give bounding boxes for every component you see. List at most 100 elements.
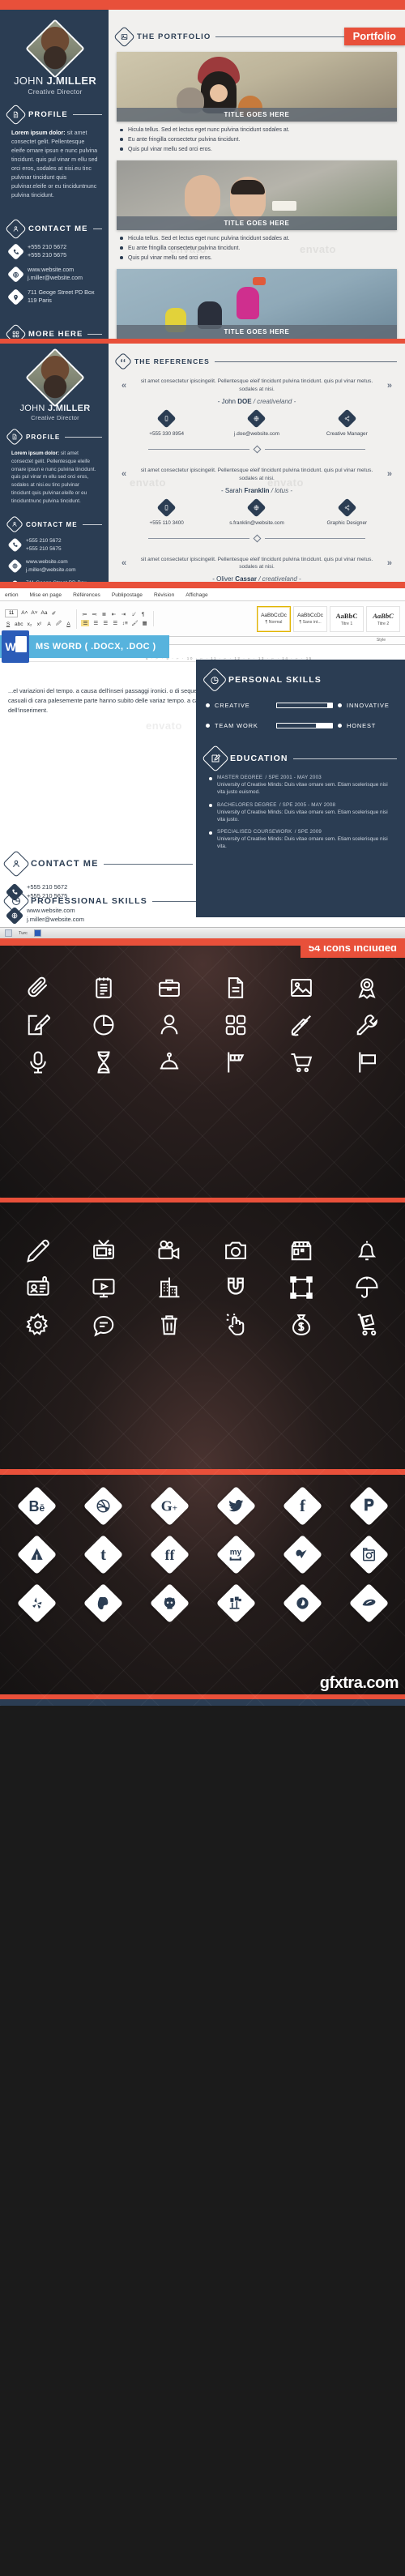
bullets-icon[interactable]: ≔ bbox=[81, 611, 87, 617]
justify-icon[interactable]: ☰ bbox=[112, 620, 118, 626]
tab-insertion[interactable]: ertion bbox=[5, 592, 19, 598]
behance-icon[interactable]: Bē bbox=[16, 1485, 57, 1526]
social-cell[interactable]: G+ bbox=[136, 1485, 202, 1527]
os-taskbar[interactable]: Turc bbox=[0, 927, 405, 938]
foursquare-icon[interactable] bbox=[282, 1534, 322, 1574]
myspace-icon[interactable]: my bbox=[215, 1534, 256, 1574]
flag-icon[interactable] bbox=[335, 1044, 400, 1081]
wrench-icon[interactable] bbox=[335, 1006, 400, 1044]
click-hand-icon[interactable] bbox=[202, 1306, 268, 1344]
microphone-icon[interactable] bbox=[5, 1044, 70, 1081]
image-icon[interactable] bbox=[268, 969, 334, 1006]
tumblr-icon[interactable]: t bbox=[83, 1534, 123, 1574]
buildings-icon[interactable] bbox=[137, 1269, 202, 1306]
grow-font-icon[interactable]: A˄ bbox=[21, 610, 28, 616]
word-ribbon-body[interactable]: 11 A˄ A˅ Aa ✐ S abc x₂ x² A 🖉 A ≔ ≕ ≣ ⇤ bbox=[0, 601, 405, 637]
paint-brush-icon[interactable] bbox=[268, 1006, 334, 1044]
numbering-icon[interactable]: ≕ bbox=[91, 611, 97, 617]
line-spacing-icon[interactable]: ↕≡ bbox=[122, 621, 128, 626]
photo-camera-icon[interactable] bbox=[202, 1232, 268, 1269]
video-player-icon[interactable] bbox=[70, 1269, 136, 1306]
notepad-icon[interactable] bbox=[70, 969, 136, 1006]
decrease-indent-icon[interactable]: ⇤ bbox=[110, 611, 117, 617]
github-icon[interactable] bbox=[149, 1583, 190, 1623]
shopping-cart-icon[interactable] bbox=[268, 1044, 334, 1081]
tab-affichage[interactable]: Affichage bbox=[185, 592, 207, 598]
font-group[interactable]: 11 A˄ A˅ Aa ✐ S abc x₂ x² A 🖉 A bbox=[5, 609, 78, 629]
magnet-icon[interactable] bbox=[202, 1269, 268, 1306]
chat-bubble-icon[interactable] bbox=[70, 1306, 136, 1344]
storefront-icon[interactable] bbox=[268, 1232, 334, 1269]
user-icon[interactable] bbox=[137, 1006, 202, 1044]
word-ribbon-tabs[interactable]: ertion Mise en page Références Publipost… bbox=[0, 588, 405, 601]
video-camera-icon[interactable] bbox=[137, 1232, 202, 1269]
social-cell[interactable] bbox=[136, 1582, 202, 1624]
tab-references[interactable]: Références bbox=[73, 592, 100, 598]
align-right-icon[interactable]: ☰ bbox=[102, 620, 109, 626]
hand-truck-icon[interactable] bbox=[335, 1306, 400, 1344]
multilevel-list-icon[interactable]: ≣ bbox=[100, 611, 107, 617]
windsock-flag-icon[interactable] bbox=[202, 1044, 268, 1081]
sort-icon[interactable]: ↓⁄ bbox=[130, 612, 136, 617]
align-center-icon[interactable]: ☰ bbox=[92, 620, 99, 626]
delicious-icon[interactable] bbox=[348, 1583, 389, 1623]
subscript-icon[interactable]: x₂ bbox=[26, 622, 32, 627]
social-cell[interactable]: 𝐏 bbox=[335, 1485, 402, 1527]
social-cell[interactable]: t bbox=[70, 1533, 136, 1575]
taskbar-app-icon[interactable] bbox=[5, 929, 12, 937]
style-normal[interactable]: AaBbCcDc ¶ Normal bbox=[257, 605, 291, 632]
blogger-icon[interactable] bbox=[215, 1583, 256, 1623]
portfolio-item[interactable]: TITLE GOES HERE Hicula tellus. Sed et le… bbox=[117, 52, 397, 153]
social-cell[interactable] bbox=[3, 1582, 70, 1624]
tab-revision[interactable]: Révision bbox=[154, 592, 174, 598]
twitter-icon[interactable] bbox=[215, 1485, 256, 1526]
taskbar-item-label[interactable]: Turc bbox=[19, 931, 28, 936]
instagram-icon[interactable] bbox=[348, 1534, 389, 1574]
friendfeed-icon[interactable]: ff bbox=[149, 1534, 190, 1574]
shading-icon[interactable]: 🖌 bbox=[131, 620, 138, 626]
social-cell[interactable] bbox=[269, 1582, 335, 1624]
show-marks-icon[interactable]: ¶ bbox=[139, 612, 146, 617]
social-cell[interactable]: ff bbox=[136, 1533, 202, 1575]
style-gallery[interactable]: AaBbCcDc ¶ Normal AaBbCcDc ¶ Sans int...… bbox=[257, 605, 400, 632]
money-bag-icon[interactable] bbox=[268, 1306, 334, 1344]
television-icon[interactable] bbox=[70, 1232, 136, 1269]
highlight-icon[interactable]: 🖉 bbox=[55, 620, 62, 629]
align-left-icon[interactable]: ☰ bbox=[81, 620, 90, 626]
increase-indent-icon[interactable]: ⇥ bbox=[120, 611, 126, 617]
pie-chart-icon[interactable] bbox=[70, 1006, 136, 1044]
evernote-icon[interactable] bbox=[83, 1583, 123, 1623]
hourglass-icon[interactable] bbox=[70, 1044, 136, 1081]
clear-formatting-icon[interactable]: ✐ bbox=[51, 610, 58, 617]
pinterest-icon[interactable]: 𝐏 bbox=[348, 1485, 389, 1526]
portfolio-item[interactable]: TITLE GOES HERE Hicula tellus. Sed et le… bbox=[117, 268, 397, 339]
dribbble-icon[interactable] bbox=[83, 1485, 123, 1526]
borders-icon[interactable]: ▦ bbox=[142, 620, 148, 626]
document-body-text[interactable]: ...el variazioni del tempo. a causa dell… bbox=[8, 686, 211, 716]
font-color-icon[interactable]: A bbox=[65, 622, 71, 627]
id-card-icon[interactable] bbox=[5, 1269, 70, 1306]
social-cell[interactable] bbox=[335, 1533, 402, 1575]
selection-frame-icon[interactable] bbox=[268, 1269, 334, 1306]
tab-mise-en-page[interactable]: Mise en page bbox=[30, 592, 62, 598]
grooveshark-icon[interactable] bbox=[282, 1583, 322, 1623]
forrst-icon[interactable] bbox=[16, 1534, 57, 1574]
paperclip-icon[interactable] bbox=[5, 969, 70, 1006]
edit-note-icon[interactable] bbox=[5, 1006, 70, 1044]
social-cell[interactable] bbox=[335, 1582, 402, 1624]
underline-icon[interactable]: S bbox=[5, 622, 11, 627]
style-sans-interligne[interactable]: AaBbCcDc ¶ Sans int... bbox=[293, 605, 327, 632]
social-cell[interactable] bbox=[70, 1485, 136, 1527]
social-cell[interactable] bbox=[70, 1582, 136, 1624]
font-size-input[interactable]: 11 bbox=[5, 609, 19, 617]
superscript-icon[interactable]: x² bbox=[36, 622, 42, 627]
social-cell[interactable]: my bbox=[202, 1533, 269, 1575]
document-icon[interactable] bbox=[202, 969, 268, 1006]
umbrella-icon[interactable] bbox=[335, 1269, 400, 1306]
bell-icon[interactable] bbox=[335, 1232, 400, 1269]
portfolio-item[interactable]: TITLE GOES HERE Hicula tellus. Sed et le… bbox=[117, 160, 397, 262]
paragraph-group[interactable]: ≔ ≕ ≣ ⇤ ⇥ ↓⁄ ¶ ☰ ☰ ☰ ☰ ↕≡ 🖌 ▦ bbox=[81, 611, 154, 626]
text-effects-icon[interactable]: A bbox=[45, 622, 52, 627]
style-titre-2[interactable]: AaBbC Titre 2 bbox=[366, 605, 400, 632]
tab-publipostage[interactable]: Publipostage bbox=[112, 592, 143, 598]
